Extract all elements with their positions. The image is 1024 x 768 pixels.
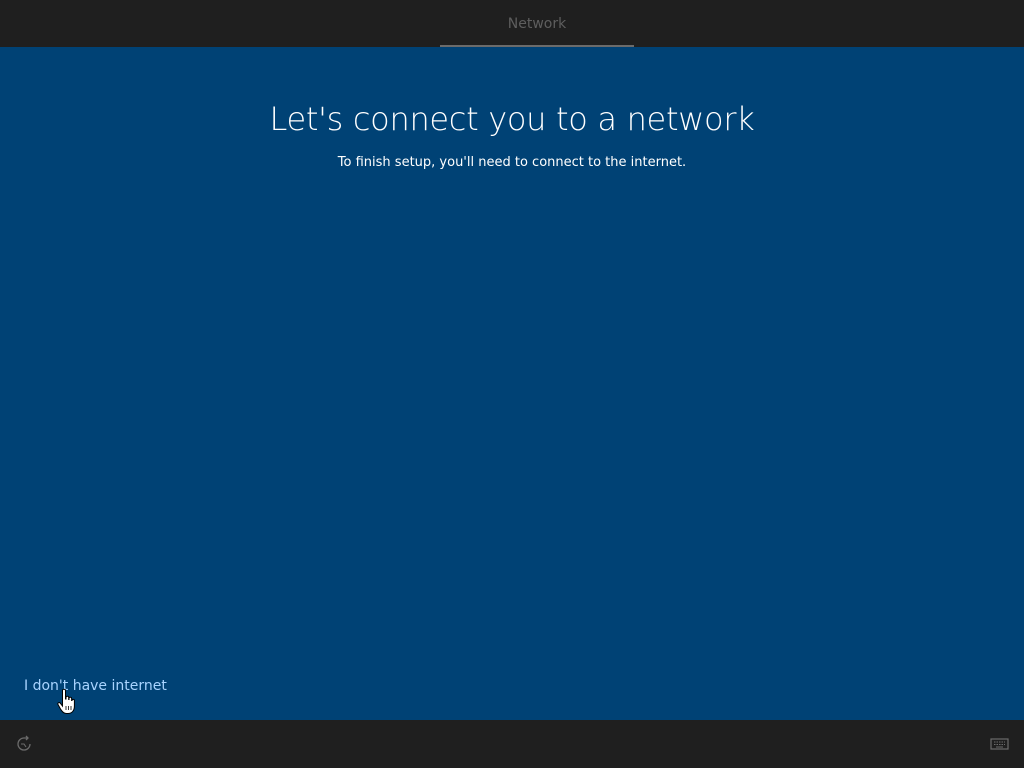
tab-underline [440, 45, 634, 47]
tab-network: Network [507, 16, 567, 32]
bottom-bar [0, 720, 1024, 768]
page-title: Let's connect you to a network [269, 100, 755, 138]
hand-cursor-icon [57, 689, 75, 714]
ease-of-access-icon[interactable] [14, 734, 34, 754]
page-subtitle: To finish setup, you'll need to connect … [337, 155, 687, 170]
keyboard-icon[interactable] [990, 737, 1010, 751]
top-bar: Network [0, 0, 1024, 47]
no-internet-link[interactable]: I don't have internet [24, 678, 167, 694]
oobe-screen: Network Let's connect you to a network T… [0, 0, 1024, 768]
